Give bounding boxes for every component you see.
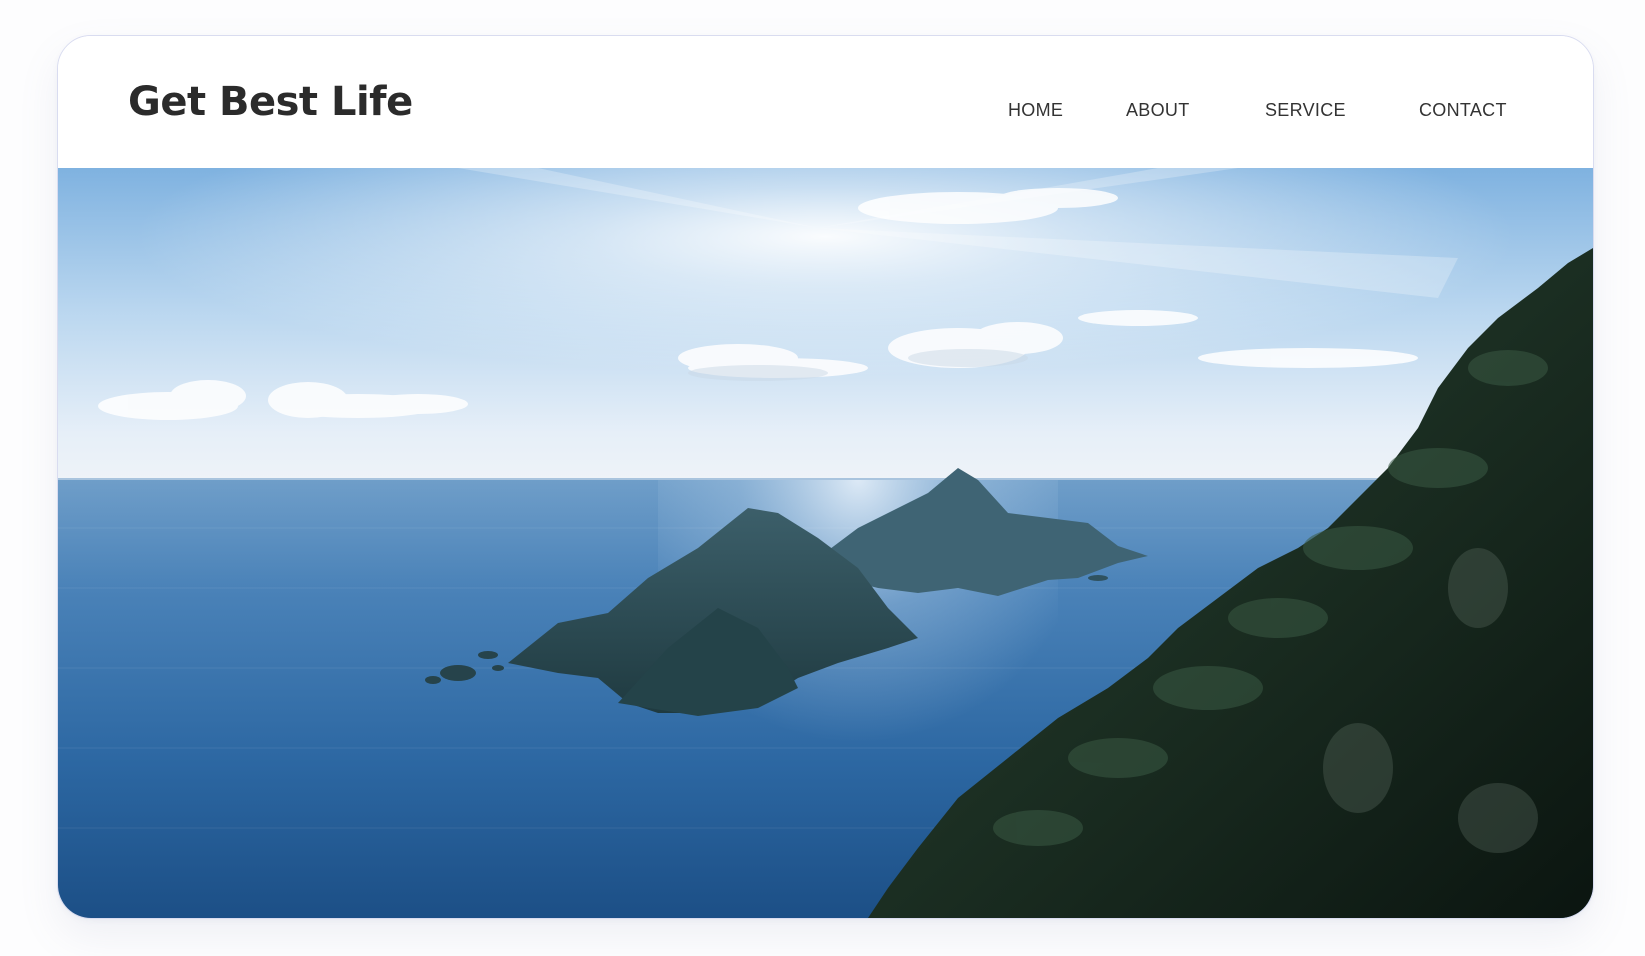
hero-image [58, 168, 1593, 918]
page-card: Get Best Life HOME ABOUT SERVICE CONTACT [57, 35, 1594, 919]
site-header: Get Best Life HOME ABOUT SERVICE CONTACT [58, 36, 1593, 168]
nav-link-about[interactable]: ABOUT [1126, 101, 1190, 119]
nav-link-contact[interactable]: CONTACT [1419, 101, 1507, 119]
main-nav: HOME ABOUT SERVICE CONTACT [58, 101, 1593, 131]
nav-link-service[interactable]: SERVICE [1265, 101, 1346, 119]
nav-link-home[interactable]: HOME [1008, 101, 1063, 119]
coastal-landscape-illustration [58, 168, 1593, 918]
